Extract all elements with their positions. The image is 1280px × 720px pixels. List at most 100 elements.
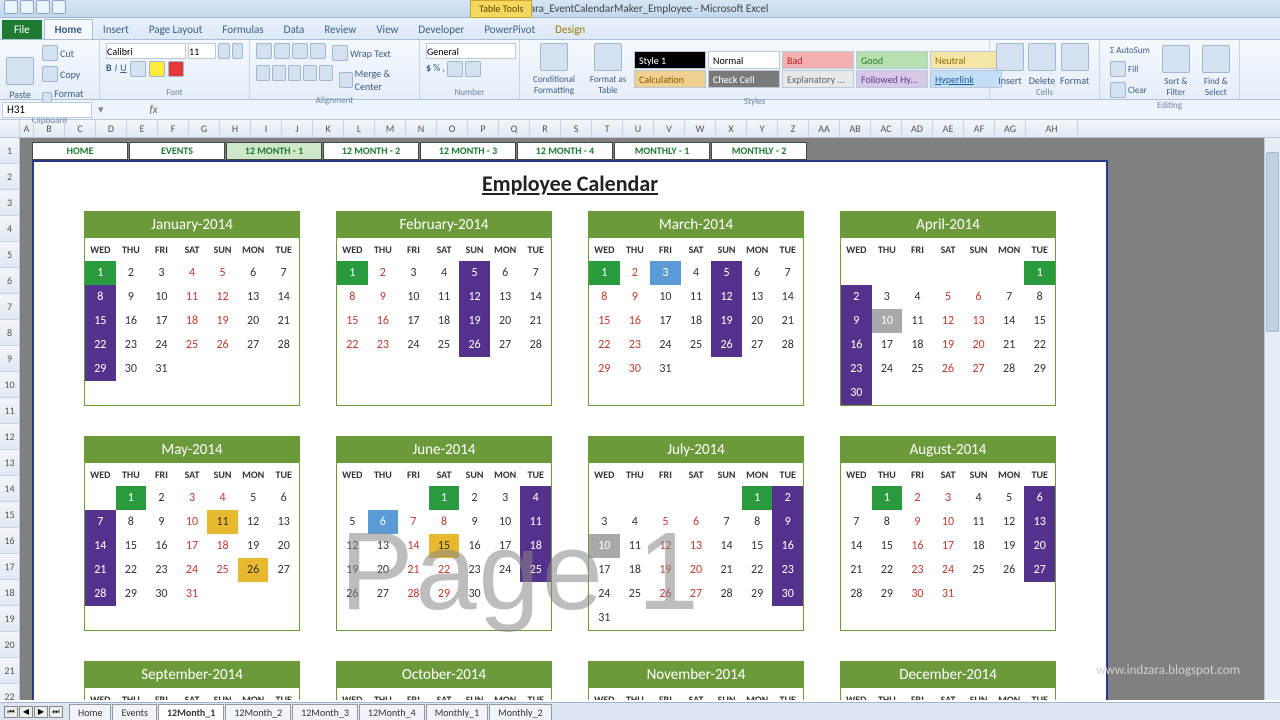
- day-cell[interactable]: 19: [207, 309, 238, 333]
- day-cell[interactable]: 4: [429, 261, 460, 285]
- cell-styles-gallery[interactable]: Style 1NormalBadGoodNeutralCalculationCh…: [634, 51, 1002, 88]
- day-cell[interactable]: 12: [994, 510, 1025, 534]
- col-R[interactable]: R: [530, 120, 561, 137]
- row-16[interactable]: 16: [0, 528, 20, 554]
- style-good[interactable]: Good: [856, 51, 928, 69]
- day-cell[interactable]: 26: [994, 558, 1025, 582]
- day-cell[interactable]: 30: [841, 381, 872, 405]
- cond-format-button[interactable]: Conditional Formatting: [526, 74, 582, 96]
- nav-monthly1[interactable]: MONTHLY - 1: [614, 142, 710, 160]
- row-9[interactable]: 9: [0, 346, 20, 372]
- row-10[interactable]: 10: [0, 372, 20, 398]
- find-select-button[interactable]: Find & Select: [1198, 76, 1234, 98]
- day-cell[interactable]: 18: [207, 534, 238, 558]
- day-cell[interactable]: 12: [238, 510, 269, 534]
- vertical-scrollbar[interactable]: [1264, 138, 1280, 700]
- day-cell[interactable]: 13: [238, 285, 269, 309]
- day-cell[interactable]: 10: [490, 510, 521, 534]
- name-box[interactable]: [2, 102, 92, 118]
- row-11[interactable]: 11: [0, 398, 20, 424]
- day-cell[interactable]: 14: [841, 534, 872, 558]
- day-cell[interactable]: 9: [116, 285, 147, 309]
- day-cell[interactable]: 4: [681, 261, 712, 285]
- tab-developer[interactable]: Developer: [408, 20, 474, 39]
- col-AD[interactable]: AD: [902, 120, 933, 137]
- col-AF[interactable]: AF: [964, 120, 995, 137]
- day-cell[interactable]: 28: [398, 582, 429, 606]
- style-followedhy[interactable]: Followed Hy...: [856, 70, 928, 88]
- nav-12month3[interactable]: 12 MONTH - 3: [420, 142, 516, 160]
- day-cell[interactable]: 4: [520, 486, 551, 510]
- day-cell[interactable]: 23: [841, 357, 872, 381]
- sheet-tab-12month_1[interactable]: 12Month_1: [158, 704, 224, 720]
- sheet-tab-monthly_2[interactable]: Monthly_2: [489, 704, 551, 720]
- nav-12month2[interactable]: 12 MONTH - 2: [323, 142, 419, 160]
- day-cell[interactable]: 19: [459, 309, 490, 333]
- day-cell[interactable]: 3: [650, 261, 681, 285]
- day-cell[interactable]: 10: [872, 309, 903, 333]
- day-cell[interactable]: 31: [589, 606, 620, 630]
- copy-button[interactable]: Copy: [38, 64, 93, 84]
- day-cell[interactable]: 15: [872, 534, 903, 558]
- day-cell[interactable]: 30: [902, 582, 933, 606]
- nav-monthly2[interactable]: MONTHLY - 2: [711, 142, 807, 160]
- day-cell[interactable]: 3: [872, 285, 903, 309]
- day-cell[interactable]: 6: [681, 510, 712, 534]
- sheet-tab-monthly_1[interactable]: Monthly_1: [426, 704, 488, 720]
- align-center-icon[interactable]: [272, 65, 286, 81]
- day-cell[interactable]: 9: [841, 309, 872, 333]
- day-cell[interactable]: 2: [146, 486, 177, 510]
- sort-filter-button[interactable]: Sort & Filter: [1158, 76, 1194, 98]
- day-cell[interactable]: 14: [268, 285, 299, 309]
- tab-insert[interactable]: Insert: [93, 20, 139, 39]
- day-cell[interactable]: 28: [994, 357, 1025, 381]
- day-cell[interactable]: 8: [589, 285, 620, 309]
- increase-font-icon[interactable]: [218, 43, 230, 59]
- day-cell[interactable]: 5: [238, 486, 269, 510]
- day-cell[interactable]: 18: [177, 309, 208, 333]
- day-cell[interactable]: 27: [368, 582, 399, 606]
- day-cell[interactable]: 7: [841, 510, 872, 534]
- day-cell[interactable]: 16: [459, 534, 490, 558]
- day-cell[interactable]: 4: [207, 486, 238, 510]
- next-sheet-icon[interactable]: ▶: [34, 706, 48, 718]
- align-top-icon[interactable]: [256, 43, 272, 59]
- day-cell[interactable]: 11: [963, 510, 994, 534]
- day-cell[interactable]: 6: [1024, 486, 1055, 510]
- tab-view[interactable]: View: [366, 20, 408, 39]
- day-cell[interactable]: 11: [620, 534, 651, 558]
- col-S[interactable]: S: [561, 120, 592, 137]
- day-cell[interactable]: 19: [933, 333, 964, 357]
- comma-icon[interactable]: ,: [442, 61, 445, 77]
- day-cell[interactable]: 15: [85, 309, 116, 333]
- decrease-font-icon[interactable]: [232, 43, 244, 59]
- day-cell[interactable]: 1: [742, 486, 773, 510]
- day-cell[interactable]: 5: [459, 261, 490, 285]
- day-cell[interactable]: 19: [711, 309, 742, 333]
- row-8[interactable]: 8: [0, 320, 20, 346]
- day-cell[interactable]: 9: [459, 510, 490, 534]
- number-format-select[interactable]: [426, 43, 516, 59]
- day-cell[interactable]: 2: [772, 486, 803, 510]
- col-G[interactable]: G: [189, 120, 220, 137]
- day-cell[interactable]: 3: [490, 486, 521, 510]
- day-cell[interactable]: 26: [337, 582, 368, 606]
- day-cell[interactable]: 20: [368, 558, 399, 582]
- day-cell[interactable]: 8: [429, 510, 460, 534]
- col-A[interactable]: A: [20, 120, 34, 137]
- day-cell[interactable]: 24: [872, 357, 903, 381]
- day-cell[interactable]: 31: [177, 582, 208, 606]
- day-cell[interactable]: 29: [85, 357, 116, 381]
- day-cell[interactable]: 14: [772, 285, 803, 309]
- style-style[interactable]: Style 1: [634, 51, 706, 69]
- day-cell[interactable]: 29: [1024, 357, 1055, 381]
- day-cell[interactable]: 24: [398, 333, 429, 357]
- font-size-input[interactable]: [188, 43, 216, 59]
- day-cell[interactable]: 16: [620, 309, 651, 333]
- sheet-tab-home[interactable]: Home: [69, 704, 111, 720]
- day-cell[interactable]: 17: [398, 309, 429, 333]
- day-cell[interactable]: 22: [337, 333, 368, 357]
- day-cell[interactable]: 21: [520, 309, 551, 333]
- day-cell[interactable]: 25: [963, 558, 994, 582]
- day-cell[interactable]: 17: [650, 309, 681, 333]
